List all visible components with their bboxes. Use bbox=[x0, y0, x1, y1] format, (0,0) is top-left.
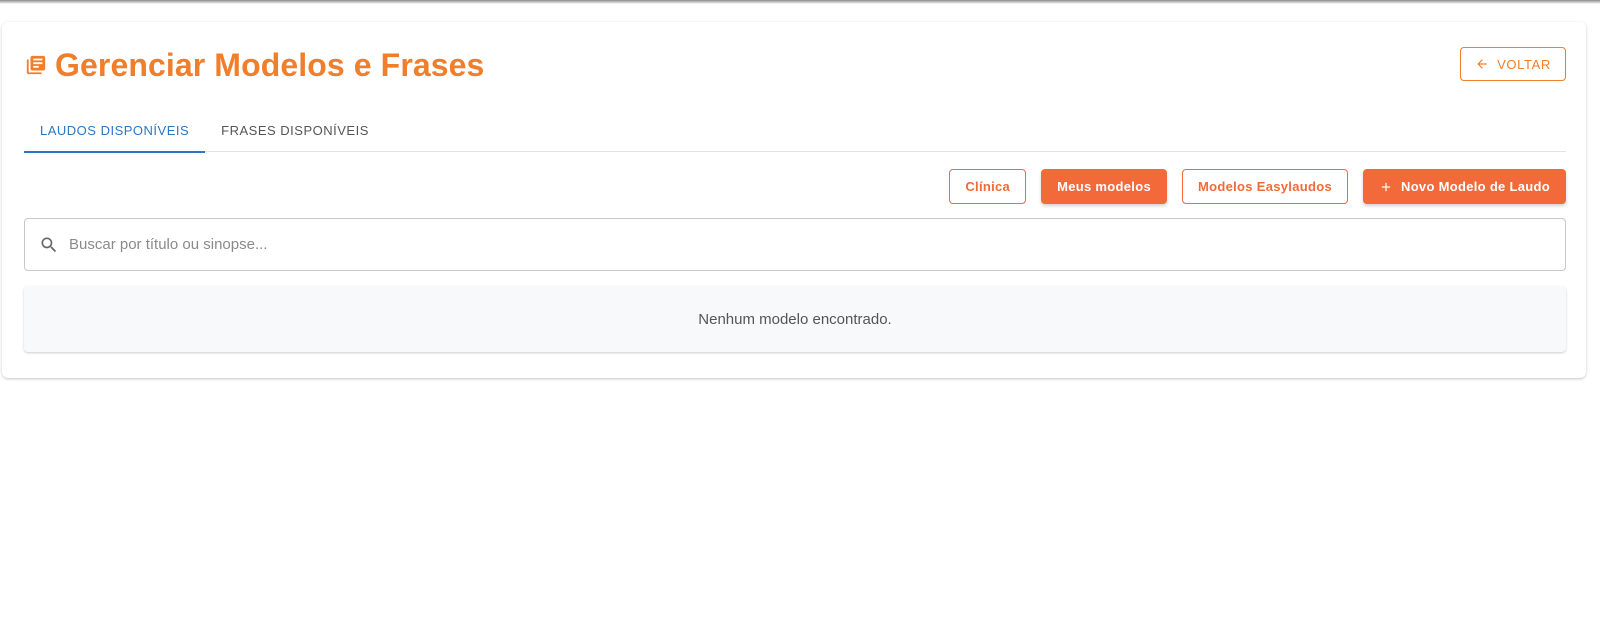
modelos-easylaudos-button[interactable]: Modelos Easylaudos bbox=[1182, 169, 1348, 204]
novo-modelo-button[interactable]: Novo Modelo de Laudo bbox=[1363, 169, 1566, 204]
filter-actions: Clínica Meus modelos Modelos Easylaudos … bbox=[949, 169, 1566, 204]
back-button-label: VOLTAR bbox=[1497, 56, 1551, 72]
plus-icon bbox=[1379, 180, 1393, 194]
tab-frases-disponiveis[interactable]: FRASES DISPONÍVEIS bbox=[205, 108, 385, 152]
search-icon bbox=[39, 235, 59, 255]
library-books-icon bbox=[25, 54, 47, 76]
top-shadow bbox=[0, 0, 1600, 4]
models-card: Gerenciar Modelos e Frases VOLTAR LAUDOS… bbox=[2, 22, 1586, 378]
search-input[interactable] bbox=[69, 219, 1565, 270]
meus-modelos-button[interactable]: Meus modelos bbox=[1041, 169, 1167, 204]
arrow-left-icon bbox=[1475, 57, 1489, 71]
novo-modelo-label: Novo Modelo de Laudo bbox=[1401, 179, 1550, 194]
clinica-button[interactable]: Clínica bbox=[949, 169, 1027, 204]
page-title: Gerenciar Modelos e Frases bbox=[55, 46, 485, 83]
search-box bbox=[24, 218, 1566, 271]
tab-bar: LAUDOS DISPONÍVEIS FRASES DISPONÍVEIS bbox=[24, 108, 1566, 153]
empty-message: Nenhum modelo encontrado. bbox=[698, 310, 892, 328]
back-button[interactable]: VOLTAR bbox=[1460, 47, 1566, 81]
tab-laudos-disponiveis[interactable]: LAUDOS DISPONÍVEIS bbox=[24, 108, 206, 153]
page-header: Gerenciar Modelos e Frases bbox=[25, 44, 484, 86]
empty-results-panel: Nenhum modelo encontrado. bbox=[24, 286, 1566, 352]
